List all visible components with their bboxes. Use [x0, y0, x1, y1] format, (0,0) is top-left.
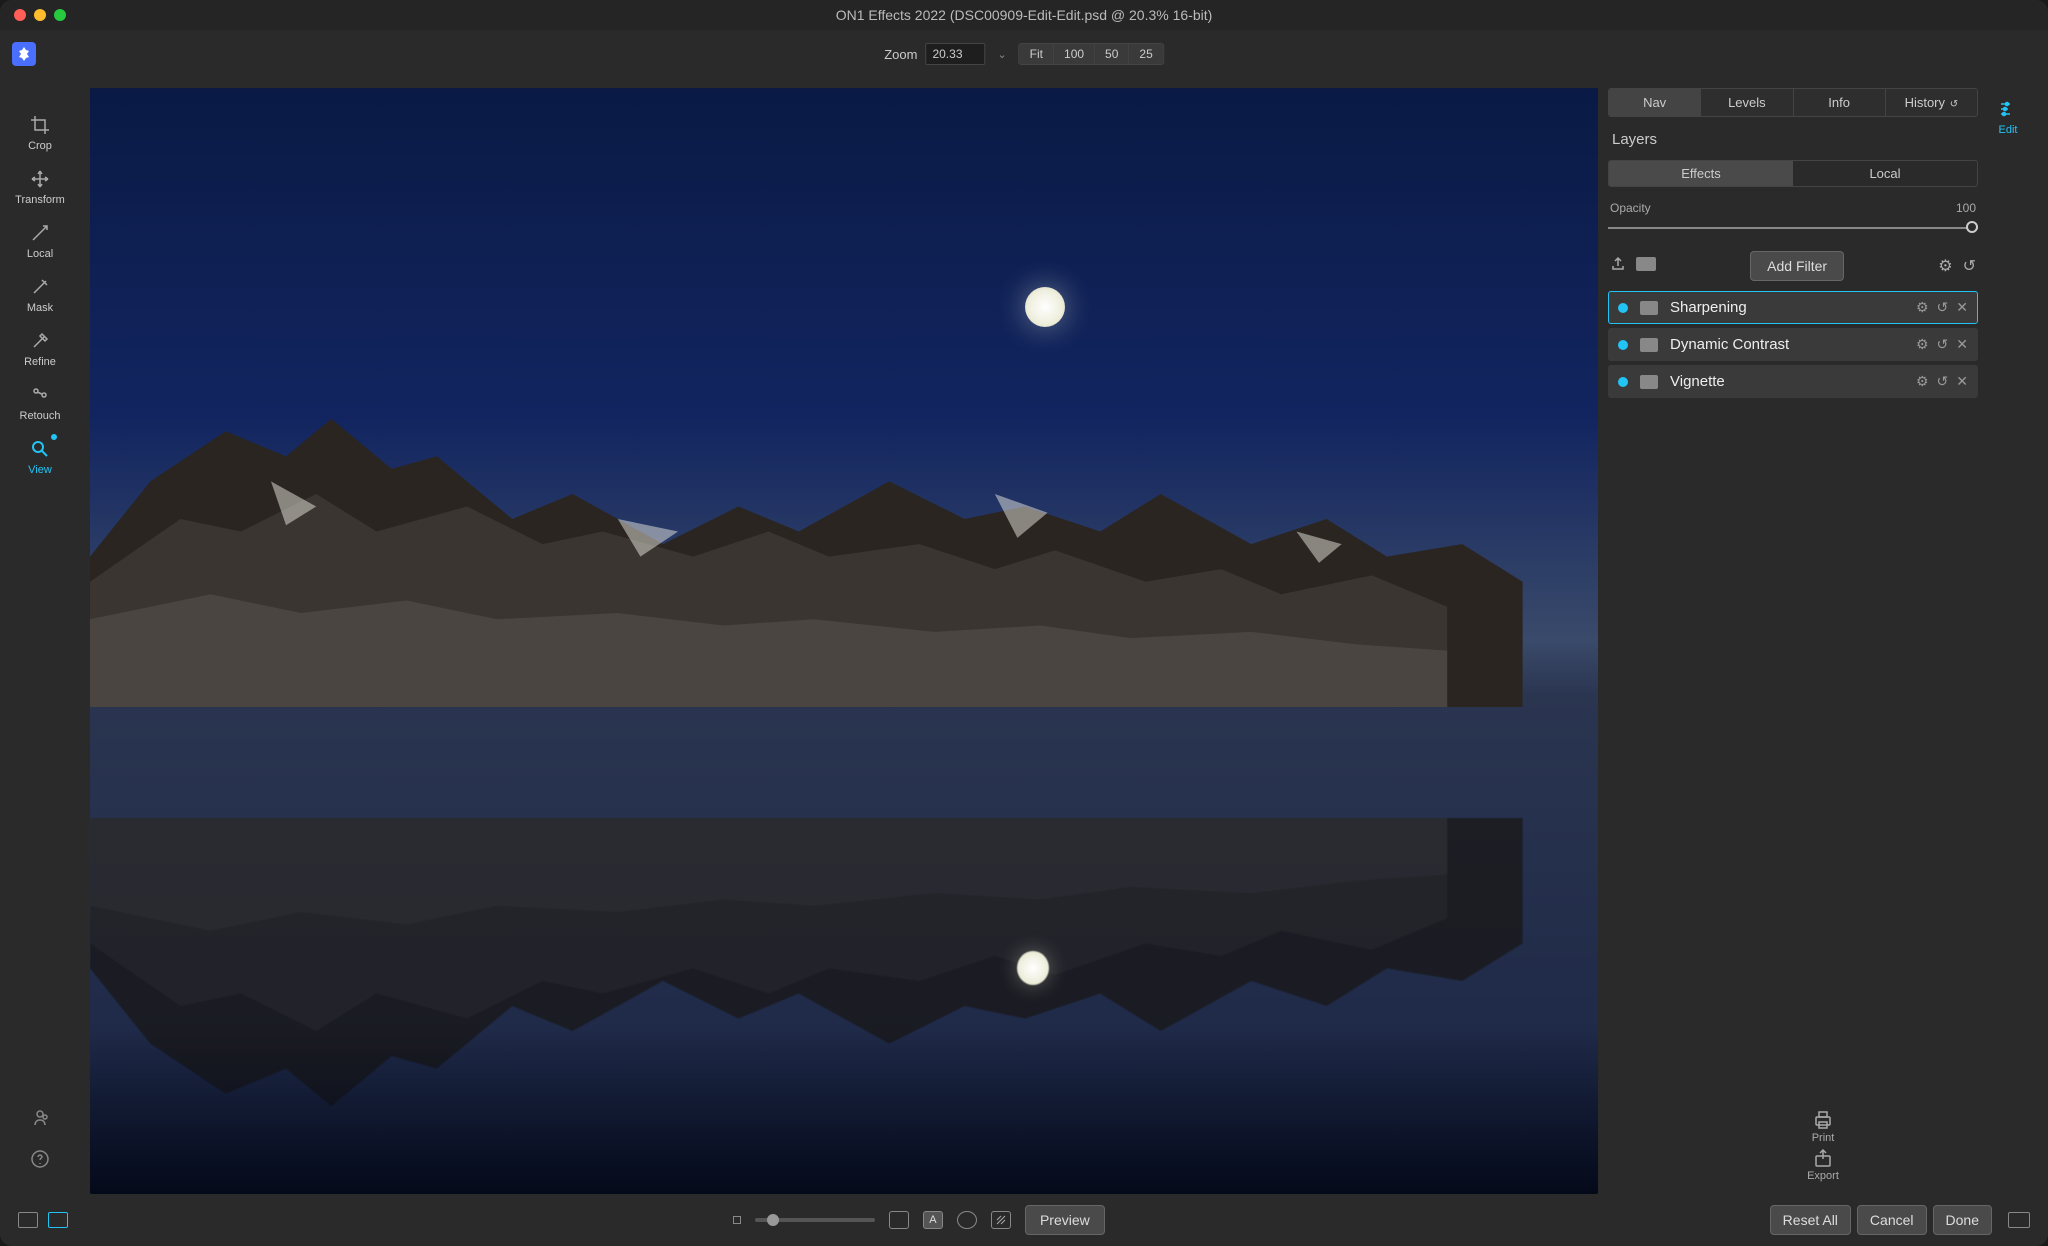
- edit-icon: [1997, 98, 2019, 120]
- filter-mask-icon[interactable]: [1640, 338, 1658, 352]
- cancel-button[interactable]: Cancel: [1857, 1205, 1927, 1235]
- filter-enable-dot[interactable]: [1618, 340, 1628, 350]
- levels-tab[interactable]: Levels: [1701, 89, 1793, 116]
- reset-all-button[interactable]: Reset All: [1770, 1205, 1851, 1235]
- zoom-label: Zoom: [884, 47, 917, 62]
- preview-button[interactable]: Preview: [1025, 1205, 1105, 1235]
- layers-title: Layers: [1608, 127, 1978, 160]
- help-icon[interactable]: [30, 1149, 50, 1174]
- text-overlay-button[interactable]: A: [923, 1211, 943, 1229]
- filter-reset-icon[interactable]: ↺: [1937, 336, 1949, 353]
- app-icon[interactable]: [12, 42, 36, 66]
- view-icon: [29, 438, 51, 460]
- zoom-presets: Fit 100 50 25: [1019, 43, 1164, 65]
- thumbnail-view-button[interactable]: [2008, 1212, 2030, 1228]
- mask-tool[interactable]: Mask: [10, 270, 70, 320]
- refine-tool[interactable]: Refine: [10, 324, 70, 374]
- compare-view-button[interactable]: [48, 1212, 68, 1228]
- info-tab[interactable]: Info: [1794, 89, 1886, 116]
- filter-mask-icon[interactable]: [1640, 375, 1658, 389]
- single-view-button[interactable]: [18, 1212, 38, 1228]
- mask-icon-small[interactable]: [1636, 257, 1656, 276]
- moon-reflection-in-image: [1017, 951, 1049, 985]
- left-toolbar: Crop Transform Local Mask Refine Retouch: [0, 78, 80, 1194]
- crop-icon: [29, 114, 51, 136]
- local-icon: [29, 222, 51, 244]
- settings-icon[interactable]: ⚙: [1938, 256, 1952, 276]
- view-tool[interactable]: View: [10, 432, 70, 482]
- maximize-window-button[interactable]: [54, 9, 66, 21]
- image-canvas[interactable]: [90, 88, 1598, 1194]
- close-window-button[interactable]: [14, 9, 26, 21]
- effects-subtab[interactable]: Effects: [1609, 161, 1793, 186]
- history-tab[interactable]: History ↺: [1886, 89, 1977, 116]
- filter-sharpening[interactable]: Sharpening ⚙ ↺ ✕: [1608, 291, 1978, 324]
- filter-enable-dot[interactable]: [1618, 377, 1628, 387]
- export-button[interactable]: Export: [1807, 1148, 1839, 1182]
- edit-tool[interactable]: Edit: [1978, 92, 2038, 142]
- local-subtab[interactable]: Local: [1793, 161, 1977, 186]
- refine-icon: [29, 330, 51, 352]
- opacity-value: 100: [1956, 201, 1976, 215]
- filter-settings-icon[interactable]: ⚙: [1916, 373, 1929, 390]
- soft-proof-button[interactable]: [957, 1211, 977, 1229]
- filter-vignette[interactable]: Vignette ⚙ ↺ ✕: [1608, 365, 1978, 398]
- panel-tabs: Nav Levels Info History ↺: [1608, 88, 1978, 117]
- opacity-label: Opacity: [1610, 201, 1651, 215]
- export-preset-icon[interactable]: [1610, 256, 1626, 277]
- local-tool[interactable]: Local: [10, 216, 70, 266]
- zoom-dropdown-icon[interactable]: ⌄: [993, 48, 1010, 61]
- mask-view-button[interactable]: [889, 1211, 909, 1229]
- opacity-slider[interactable]: [1608, 219, 1978, 237]
- zoom-50-button[interactable]: 50: [1095, 44, 1129, 64]
- brush-size-slider[interactable]: [755, 1218, 875, 1222]
- layer-subtabs: Effects Local: [1608, 160, 1978, 187]
- filter-reset-icon[interactable]: ↺: [1937, 373, 1949, 390]
- minimize-window-button[interactable]: [34, 9, 46, 21]
- footer: A Preview Reset All Cancel Done: [0, 1194, 2048, 1246]
- small-size-icon: [733, 1216, 741, 1224]
- nav-tab[interactable]: Nav: [1609, 89, 1701, 116]
- print-button[interactable]: Print: [1812, 1110, 1835, 1144]
- filter-enable-dot[interactable]: [1618, 303, 1628, 313]
- undo-icon: ↺: [1947, 99, 1958, 110]
- crop-tool[interactable]: Crop: [10, 108, 70, 158]
- zoom-25-button[interactable]: 25: [1129, 44, 1162, 64]
- done-button[interactable]: Done: [1933, 1205, 1992, 1235]
- filter-settings-icon[interactable]: ⚙: [1916, 299, 1929, 316]
- share-icon[interactable]: [30, 1108, 50, 1133]
- filter-delete-icon[interactable]: ✕: [1956, 373, 1968, 390]
- reset-icon[interactable]: ↺: [1963, 256, 1976, 276]
- moon-in-image: [1025, 287, 1065, 327]
- titlebar: ON1 Effects 2022 (DSC00909-Edit-Edit.psd…: [0, 0, 2048, 30]
- retouch-tool[interactable]: Retouch: [10, 378, 70, 428]
- filter-reset-icon[interactable]: ↺: [1937, 299, 1949, 316]
- toolbar: Zoom ⌄ Fit 100 50 25: [0, 30, 2048, 78]
- mask-icon: [29, 276, 51, 298]
- filter-dynamic-contrast[interactable]: Dynamic Contrast ⚙ ↺ ✕: [1608, 328, 1978, 361]
- filter-settings-icon[interactable]: ⚙: [1916, 336, 1929, 353]
- zoom-input[interactable]: [925, 43, 985, 65]
- retouch-icon: [29, 384, 51, 406]
- zoom-100-button[interactable]: 100: [1054, 44, 1095, 64]
- filter-mask-icon[interactable]: [1640, 301, 1658, 315]
- zoom-fit-button[interactable]: Fit: [1020, 44, 1054, 64]
- filter-delete-icon[interactable]: ✕: [1956, 336, 1968, 353]
- add-filter-button[interactable]: Add Filter: [1750, 251, 1844, 281]
- window-title: ON1 Effects 2022 (DSC00909-Edit-Edit.psd…: [0, 7, 2048, 23]
- clipping-button[interactable]: [991, 1211, 1011, 1229]
- filter-delete-icon[interactable]: ✕: [1956, 299, 1968, 316]
- transform-icon: [29, 168, 51, 190]
- transform-tool[interactable]: Transform: [10, 162, 70, 212]
